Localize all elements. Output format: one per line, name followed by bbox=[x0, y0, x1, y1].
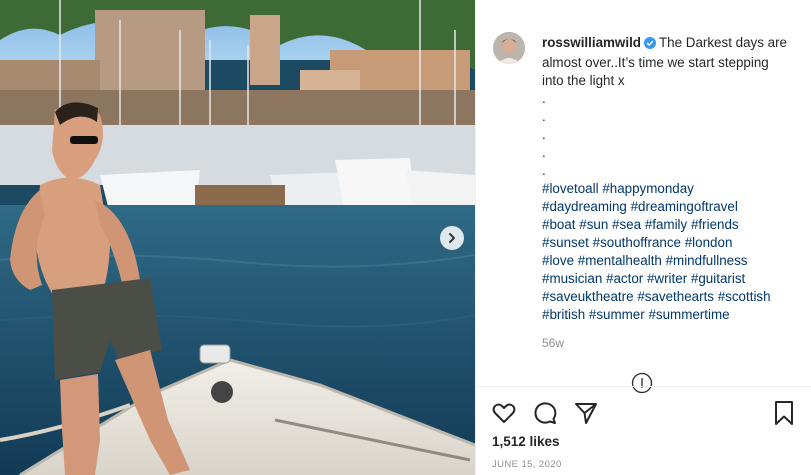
hashtag-link[interactable]: #london bbox=[685, 235, 733, 250]
hashtag-link[interactable]: #happymonday bbox=[602, 181, 694, 196]
hashtag-link[interactable]: #guitarist bbox=[691, 271, 745, 286]
heart-icon[interactable] bbox=[491, 400, 517, 431]
post-date: JUNE 15, 2020 bbox=[492, 459, 562, 470]
caption-dot: . bbox=[542, 91, 546, 106]
hashtag-link[interactable]: #love bbox=[542, 253, 574, 268]
post-photo[interactable] bbox=[0, 0, 475, 475]
caption-dot: . bbox=[542, 163, 546, 178]
caption-dots: . . . . . bbox=[542, 90, 792, 180]
bookmark-icon[interactable] bbox=[772, 400, 796, 431]
hashtag-link[interactable]: #sea bbox=[612, 217, 641, 232]
hashtag-link[interactable]: #scottish bbox=[718, 289, 771, 304]
hashtag-link[interactable]: #family bbox=[645, 217, 687, 232]
hashtag-list: #lovetoall #happymonday #daydreaming #dr… bbox=[542, 180, 792, 324]
hashtag-link[interactable]: #summer bbox=[589, 307, 645, 322]
hashtag-link[interactable]: #mindfullness bbox=[666, 253, 748, 268]
hashtag-link[interactable]: #actor bbox=[606, 271, 643, 286]
chevron-right-icon bbox=[449, 233, 455, 243]
photo-illustration bbox=[0, 0, 475, 475]
hashtag-link[interactable]: #summertime bbox=[648, 307, 729, 322]
post-caption: rosswilliamwild The Darkest days are almo… bbox=[542, 34, 792, 324]
post-sidebar: rosswilliamwild The Darkest days are almo… bbox=[475, 0, 811, 475]
hashtag-link[interactable]: #savethearts bbox=[637, 289, 714, 304]
caption-dot: . bbox=[542, 109, 546, 124]
likes-count[interactable]: 1,512 likes bbox=[492, 434, 560, 449]
avatar-image bbox=[493, 32, 525, 64]
caption-dot: . bbox=[542, 127, 546, 142]
hashtag-link[interactable]: #lovetoall bbox=[542, 181, 599, 196]
hashtag-link[interactable]: #british bbox=[542, 307, 585, 322]
divider bbox=[476, 386, 811, 387]
verified-badge-icon bbox=[643, 36, 656, 54]
hashtag-link[interactable]: #dreamingoftravel bbox=[631, 199, 738, 214]
hashtag-link[interactable]: #mentalhealth bbox=[578, 253, 662, 268]
avatar[interactable] bbox=[493, 32, 525, 64]
action-bar bbox=[491, 400, 796, 426]
next-photo-button[interactable] bbox=[440, 226, 464, 250]
comment-icon[interactable] bbox=[532, 400, 558, 431]
hashtag-link[interactable]: #boat bbox=[542, 217, 576, 232]
share-icon[interactable] bbox=[573, 400, 599, 431]
hashtag-link[interactable]: #sunset bbox=[542, 235, 589, 250]
hashtag-link[interactable]: #southoffrance bbox=[593, 235, 681, 250]
caption-dot: . bbox=[542, 145, 546, 160]
username-link[interactable]: rosswilliamwild bbox=[542, 35, 641, 50]
hashtag-link[interactable]: #sun bbox=[579, 217, 608, 232]
hashtag-link[interactable]: #writer bbox=[647, 271, 687, 286]
hashtag-link[interactable]: #daydreaming bbox=[542, 199, 627, 214]
post-age[interactable]: 56w bbox=[542, 336, 564, 350]
hashtag-link[interactable]: #saveuktheatre bbox=[542, 289, 634, 304]
hashtag-link[interactable]: #musician bbox=[542, 271, 602, 286]
hashtag-link[interactable]: #friends bbox=[691, 217, 739, 232]
